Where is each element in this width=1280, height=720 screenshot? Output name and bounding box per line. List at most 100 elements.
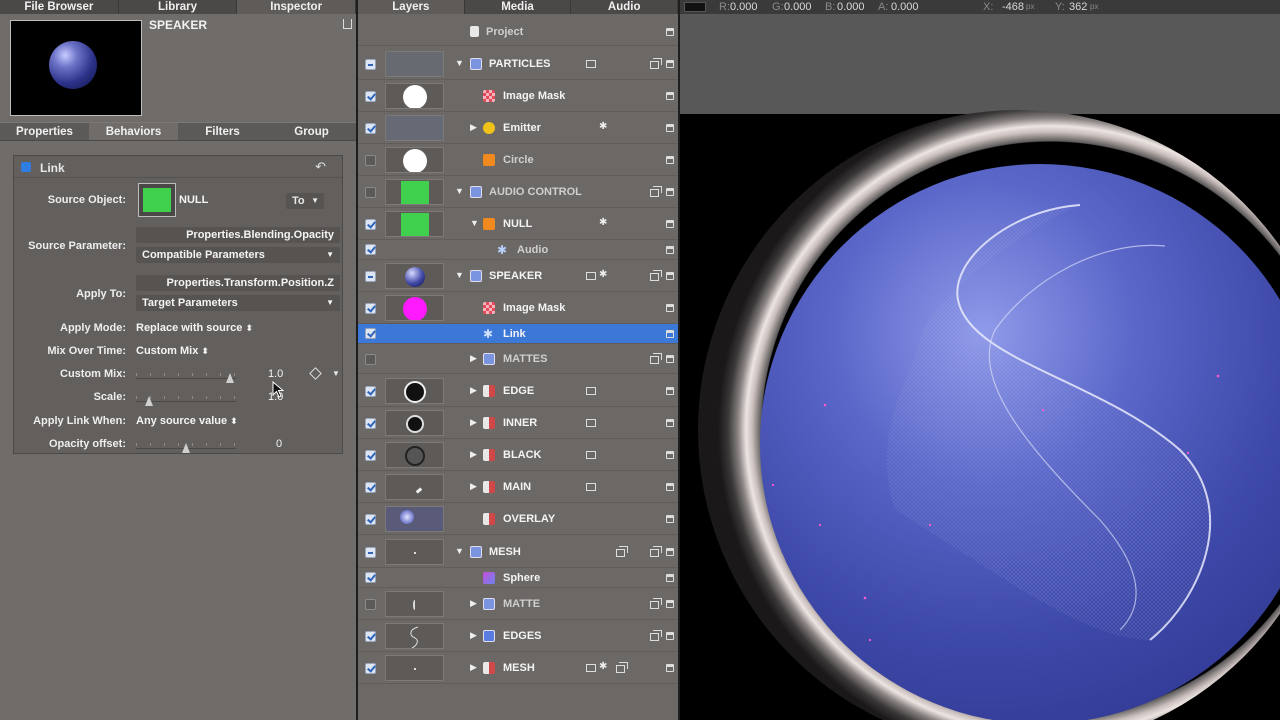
lock-icon[interactable]	[666, 483, 674, 491]
lock-icon[interactable]	[666, 272, 674, 280]
layer-row[interactable]: ▶ EDGES	[358, 620, 678, 652]
custom-mix-slider[interactable]	[136, 373, 236, 383]
group-link-icon[interactable]	[650, 546, 662, 557]
lock-icon[interactable]	[666, 548, 674, 556]
layer-checkbox[interactable]	[365, 599, 376, 610]
scale-slider[interactable]	[136, 396, 236, 406]
mask-icon[interactable]	[586, 419, 596, 427]
compatible-parameters-popup[interactable]: Compatible Parameters ▼	[136, 247, 340, 263]
disclosure-triangle-open-icon[interactable]: ▼	[470, 218, 479, 228]
apply-mode-popup[interactable]: Replace with source ⬍	[136, 322, 253, 334]
layer-checkbox[interactable]	[365, 328, 376, 339]
tab-filters[interactable]: Filters	[178, 123, 267, 140]
layer-row[interactable]: ▶ Emitter ✱	[358, 112, 678, 144]
canvas-viewer[interactable]: R: 0.000 G: 0.000 B: 0.000 A: 0.000 X: -…	[680, 0, 1280, 720]
layer-row[interactable]: Sphere	[358, 568, 678, 588]
layer-row[interactable]: ✱ Audio	[358, 240, 678, 260]
layer-checkbox[interactable]	[365, 547, 376, 558]
layer-checkbox[interactable]	[365, 354, 376, 365]
disclosure-triangle-open-icon[interactable]: ▼	[455, 186, 464, 196]
lock-icon[interactable]	[666, 124, 674, 132]
disclosure-triangle-closed-icon[interactable]: ▶	[470, 598, 477, 609]
lock-icon[interactable]	[666, 246, 674, 254]
gear-icon[interactable]: ✱	[599, 661, 607, 672]
reset-icon[interactable]: ↶	[315, 159, 326, 175]
layer-row[interactable]: ▼ MESH	[358, 536, 678, 568]
opacity-offset-value[interactable]: 0	[276, 438, 282, 450]
mask-icon[interactable]	[586, 483, 596, 491]
tab-inspector[interactable]: Inspector	[237, 0, 357, 14]
lock-icon[interactable]	[666, 664, 674, 672]
tab-group[interactable]: Group	[267, 123, 356, 140]
opacity-offset-slider[interactable]	[136, 443, 236, 453]
disclosure-triangle-open-icon[interactable]: ▼	[455, 58, 464, 68]
layer-checkbox[interactable]	[365, 91, 376, 102]
lock-icon[interactable]	[666, 632, 674, 640]
disclosure-triangle-open-icon[interactable]: ▼	[455, 270, 464, 280]
layer-row[interactable]: ▶ MESH ✱	[358, 652, 678, 684]
disclosure-triangle-closed-icon[interactable]: ▶	[470, 630, 477, 641]
layer-checkbox[interactable]	[365, 187, 376, 198]
lock-icon[interactable]	[666, 28, 674, 36]
group-link-icon[interactable]	[650, 58, 662, 69]
mask-icon[interactable]	[586, 272, 596, 280]
lock-icon[interactable]	[666, 355, 674, 363]
layer-checkbox[interactable]	[365, 663, 376, 674]
lock-icon[interactable]	[666, 387, 674, 395]
lock-icon[interactable]	[666, 515, 674, 523]
tab-layers[interactable]: Layers	[358, 0, 465, 14]
group-link-icon[interactable]	[650, 630, 662, 641]
layer-row-selected[interactable]: ✱ Link	[358, 324, 678, 344]
lock-icon[interactable]	[666, 330, 674, 338]
layer-row[interactable]: Image Mask	[358, 80, 678, 112]
group-link-icon[interactable]	[650, 598, 662, 609]
lock-icon[interactable]	[343, 19, 352, 29]
disclosure-triangle-closed-icon[interactable]: ▶	[470, 122, 477, 133]
lock-icon[interactable]	[666, 451, 674, 459]
to-popup[interactable]: To ▼	[286, 193, 324, 209]
layer-checkbox[interactable]	[365, 59, 376, 70]
layer-checkbox[interactable]	[365, 303, 376, 314]
layer-row[interactable]: ▶ MATTE	[358, 588, 678, 620]
target-parameters-popup[interactable]: Target Parameters ▼	[136, 295, 340, 311]
layer-row[interactable]: ▼ NULL ✱	[358, 208, 678, 240]
layer-checkbox[interactable]	[365, 244, 376, 255]
layer-checkbox[interactable]	[365, 572, 376, 583]
lock-icon[interactable]	[666, 92, 674, 100]
3d-group-icon[interactable]	[616, 546, 628, 557]
tab-properties[interactable]: Properties	[0, 123, 89, 140]
layer-row[interactable]: Project	[358, 18, 678, 46]
lock-icon[interactable]	[666, 220, 674, 228]
source-object-well[interactable]	[138, 183, 176, 217]
layer-row[interactable]: ▶ EDGE	[358, 375, 678, 407]
disclosure-triangle-closed-icon[interactable]: ▶	[470, 481, 477, 492]
3d-group-icon[interactable]	[616, 662, 628, 673]
layer-checkbox[interactable]	[365, 418, 376, 429]
behavior-enable-checkbox[interactable]	[21, 162, 31, 172]
layer-checkbox[interactable]	[365, 631, 376, 642]
layer-row[interactable]: Image Mask	[358, 292, 678, 324]
tab-audio[interactable]: Audio	[571, 0, 679, 14]
group-link-icon[interactable]	[650, 270, 662, 281]
layer-checkbox[interactable]	[365, 450, 376, 461]
group-link-icon[interactable]	[650, 353, 662, 364]
tab-media[interactable]: Media	[465, 0, 572, 14]
custom-mix-value[interactable]: 1.0	[268, 368, 283, 380]
layer-checkbox[interactable]	[365, 123, 376, 134]
disclosure-triangle-closed-icon[interactable]: ▶	[470, 449, 477, 460]
disclosure-triangle-closed-icon[interactable]: ▶	[470, 417, 477, 428]
layer-row[interactable]: ▶ MATTES	[358, 344, 678, 374]
lock-icon[interactable]	[666, 60, 674, 68]
apply-link-when-popup[interactable]: Any source value ⬍	[136, 415, 238, 427]
layer-row[interactable]: OVERLAY	[358, 503, 678, 535]
lock-icon[interactable]	[666, 156, 674, 164]
chevron-down-icon[interactable]: ▼	[332, 369, 340, 378]
gear-icon[interactable]: ✱	[599, 269, 607, 280]
slider-thumb[interactable]	[145, 396, 153, 406]
layer-row[interactable]: Circle	[358, 144, 678, 176]
disclosure-triangle-closed-icon[interactable]: ▶	[470, 662, 477, 673]
slider-thumb[interactable]	[226, 373, 234, 383]
lock-icon[interactable]	[666, 188, 674, 196]
tab-behaviors[interactable]: Behaviors	[89, 123, 178, 140]
layer-checkbox[interactable]	[365, 514, 376, 525]
